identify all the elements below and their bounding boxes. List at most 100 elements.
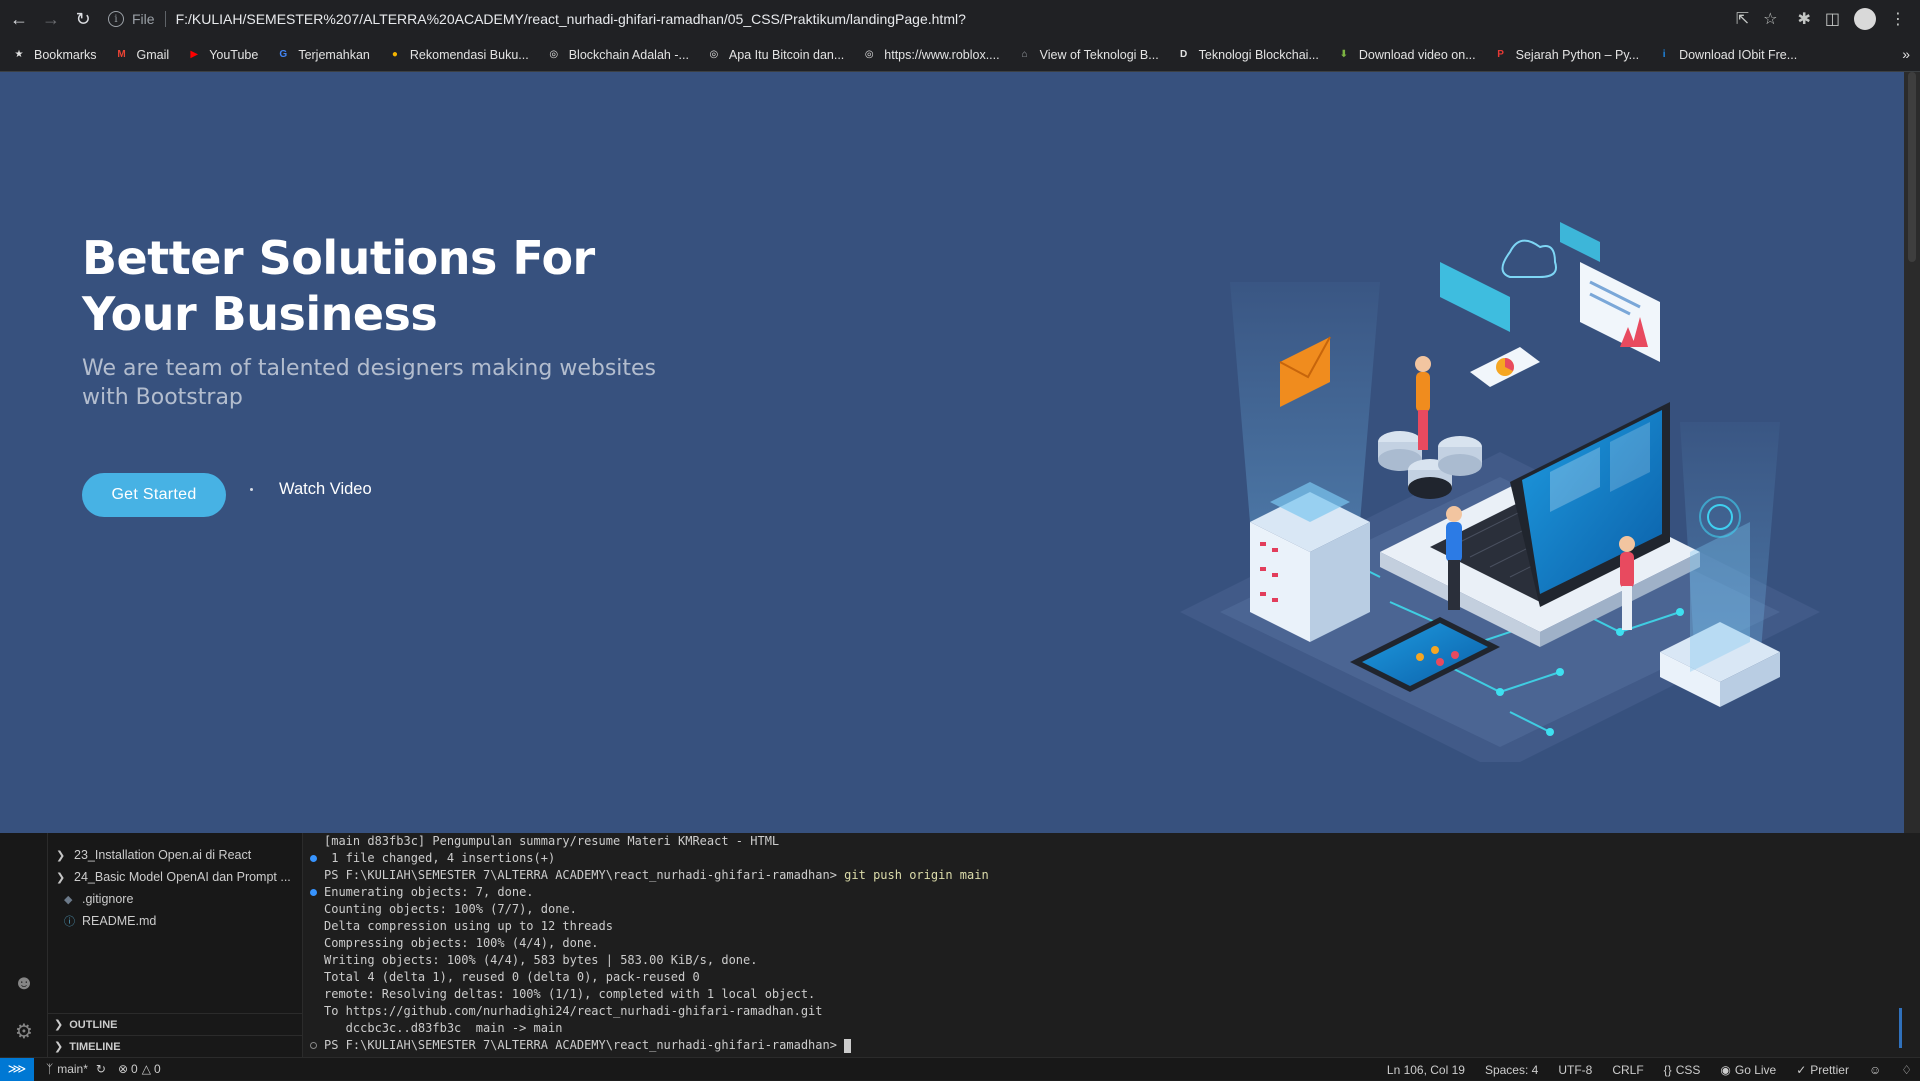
- terminal-line: dccbc3c..d83fb3c main -> main: [324, 1021, 563, 1035]
- branch-name: main*: [57, 1062, 88, 1076]
- explorer-item-label: 24_Basic Model OpenAI dan Prompt ...: [74, 870, 291, 884]
- browser-toolbar: ← → ↻ i File F:/KULIAH/SEMESTER%207/ALTE…: [0, 0, 1920, 38]
- page-scrollbar[interactable]: [1904, 72, 1920, 833]
- explorer-item[interactable]: ⓘ README.md: [64, 911, 156, 931]
- check-icon: ✓: [1796, 1062, 1807, 1077]
- terminal-decoration: [310, 889, 317, 896]
- terminal-line: Delta compression using up to 12 threads: [324, 919, 613, 933]
- terminal-line: PS F:\KULIAH\SEMESTER 7\ALTERRA ACADEMY\…: [324, 1037, 852, 1054]
- back-icon[interactable]: ←: [6, 6, 32, 32]
- watch-video-label: Watch Video: [279, 480, 372, 498]
- settings-gear-icon[interactable]: ⚙: [12, 1019, 36, 1043]
- prettier-button[interactable]: ✓ Prettier: [1796, 1063, 1849, 1077]
- bookmark-item[interactable]: ▶ YouTube: [187, 48, 258, 62]
- bookmark-label: https://www.roblox....: [884, 47, 1000, 62]
- explorer-item[interactable]: ❯ 23_Installation Open.ai di React: [56, 845, 251, 865]
- terminal-line: Counting objects: 100% (7/7), done.: [324, 902, 577, 916]
- youtube-icon: ▶: [190, 49, 199, 60]
- address-bar[interactable]: i File F:/KULIAH/SEMESTER%207/ALTERRA%20…: [108, 5, 1676, 33]
- gmail-icon: M: [117, 49, 126, 60]
- bookmark-item[interactable]: ◎ https://www.roblox....: [862, 47, 1000, 62]
- bookmarks-bar: ★ Bookmarks M Gmail ▶ YouTube G Terjemahkan ● Rek…: [0, 38, 1920, 72]
- download-icon: ⬇: [1339, 49, 1349, 60]
- explorer-item[interactable]: ❯ 24_Basic Model OpenAI dan Prompt ...: [56, 867, 291, 887]
- chevron-right-icon: ❯: [54, 1019, 64, 1031]
- globe-icon: ◎: [709, 49, 719, 60]
- profile-avatar[interactable]: [1854, 8, 1876, 30]
- bookmark-item[interactable]: ⬇ Download video on...: [1337, 48, 1476, 62]
- bookmark-item[interactable]: ⌂ View of Teknologi B...: [1018, 48, 1159, 62]
- extensions-icon[interactable]: ✱: [1797, 9, 1810, 29]
- bookmark-label: Teknologi Blockchai...: [1198, 47, 1319, 62]
- chevron-right-icon: ❯: [56, 871, 66, 884]
- bookmark-item[interactable]: ● Rekomendasi Buku...: [388, 48, 529, 62]
- line-ending[interactable]: CRLF: [1612, 1063, 1643, 1077]
- bookmark-label: Blockchain Adalah -...: [568, 47, 689, 62]
- terminal-command: git push origin main: [844, 868, 989, 882]
- encoding[interactable]: UTF-8: [1558, 1063, 1592, 1077]
- reload-icon[interactable]: ↻: [70, 6, 96, 32]
- page-scrollbar-thumb[interactable]: [1908, 72, 1916, 262]
- chevron-right-icon: ❯: [56, 849, 66, 862]
- terminal-prompt: PS F:\KULIAH\SEMESTER 7\ALTERRA ACADEMY\…: [324, 868, 845, 882]
- bookmark-item[interactable]: ★ Bookmarks: [12, 48, 97, 62]
- terminal-line: Total 4 (delta 1), reused 0 (delta 0), p…: [324, 970, 700, 984]
- journal-icon: ⌂: [1021, 49, 1028, 60]
- info-icon[interactable]: i: [108, 11, 124, 27]
- watch-video-link[interactable]: Watch Video: [250, 480, 372, 499]
- go-live-label: Go Live: [1734, 1062, 1777, 1077]
- explorer-item-label: 23_Installation Open.ai di React: [74, 848, 252, 862]
- python-icon: P: [1497, 49, 1504, 60]
- iobit-icon: i: [1662, 49, 1666, 60]
- bookmark-label: Rekomendasi Buku...: [409, 47, 529, 62]
- prettier-label: Prettier: [1810, 1062, 1849, 1077]
- terminal-line: Compressing objects: 100% (4/4), done.: [324, 936, 599, 950]
- translate-icon: G: [279, 49, 288, 60]
- status-bar: ⋙ ᛉ main* ↻ ⊗ 0 △ 0 Ln 106, Col 19 Space…: [0, 1057, 1920, 1081]
- bookmark-item[interactable]: G Terjemahkan: [276, 48, 369, 62]
- activity-bar: ☻ ⚙: [0, 833, 48, 1062]
- timeline-section-label: TIMELINE: [69, 1040, 121, 1053]
- problems-indicator[interactable]: ⊗ 0 △ 0: [118, 1062, 161, 1076]
- go-live-button[interactable]: ◉ Go Live: [1720, 1063, 1776, 1077]
- share-icon[interactable]: ⇱: [1736, 9, 1749, 29]
- language-mode[interactable]: {} CSS: [1664, 1063, 1701, 1077]
- cursor-position[interactable]: Ln 106, Col 19: [1387, 1063, 1465, 1077]
- bookmark-item[interactable]: ◎ Blockchain Adalah -...: [547, 48, 689, 62]
- outline-section[interactable]: ❯ OUTLINE: [48, 1013, 303, 1035]
- url-text[interactable]: F:/KULIAH/SEMESTER%207/ALTERRA%20ACADEMY…: [176, 11, 966, 27]
- feedback-icon[interactable]: ☺: [1869, 1063, 1881, 1077]
- git-branch-icon: ᛉ: [46, 1062, 54, 1076]
- bookmark-item[interactable]: ◎ Apa Itu Bitcoin dan...: [707, 48, 845, 62]
- globe-icon: ◎: [549, 49, 559, 60]
- more-bookmarks-icon[interactable]: »: [1902, 46, 1910, 62]
- explorer-item-label: .gitignore: [82, 892, 134, 906]
- terminal[interactable]: [main d83fb3c] Pengumpulan summary/resum…: [304, 833, 1904, 1062]
- sidepanel-icon[interactable]: ◫: [1825, 9, 1840, 29]
- hero-title: Better Solutions For Your Business: [82, 231, 595, 341]
- timeline-section[interactable]: ❯ TIMELINE: [48, 1035, 303, 1057]
- error-count: 0: [131, 1062, 138, 1076]
- bookmark-star-icon[interactable]: ☆: [1763, 9, 1777, 29]
- braces-icon: {}: [1663, 1062, 1672, 1077]
- terminal-line: Enumerating objects: 7, done.: [324, 885, 534, 899]
- bookmark-label: View of Teknologi B...: [1039, 47, 1159, 62]
- explorer-item[interactable]: ◆ .gitignore: [64, 889, 133, 909]
- book-icon: ●: [391, 49, 398, 60]
- bookmark-item[interactable]: i Download IObit Fre...: [1657, 48, 1798, 62]
- warning-count: 0: [153, 1062, 161, 1076]
- bookmark-item[interactable]: P Sejarah Python – Py...: [1494, 48, 1639, 62]
- bookmark-label: Bookmarks: [34, 47, 97, 62]
- menu-icon[interactable]: ⋮: [1890, 9, 1906, 29]
- get-started-button[interactable]: Get Started: [82, 473, 226, 517]
- bookmark-item[interactable]: D Teknologi Blockchai...: [1177, 48, 1319, 62]
- forward-icon[interactable]: →: [38, 6, 64, 32]
- remote-icon[interactable]: ⋙: [0, 1057, 34, 1081]
- sync-icon[interactable]: ↻: [96, 1062, 106, 1076]
- bell-icon[interactable]: ♢: [1901, 1063, 1912, 1077]
- indentation[interactable]: Spaces: 4: [1485, 1063, 1538, 1077]
- branch-indicator[interactable]: ᛉ main* ↻: [46, 1062, 106, 1076]
- bookmark-item[interactable]: M Gmail: [115, 48, 169, 62]
- vscode-panel: ☻ ⚙ ❯ 23_Installation Open.ai di React ❯…: [0, 833, 1920, 1062]
- account-icon[interactable]: ☻: [12, 971, 36, 995]
